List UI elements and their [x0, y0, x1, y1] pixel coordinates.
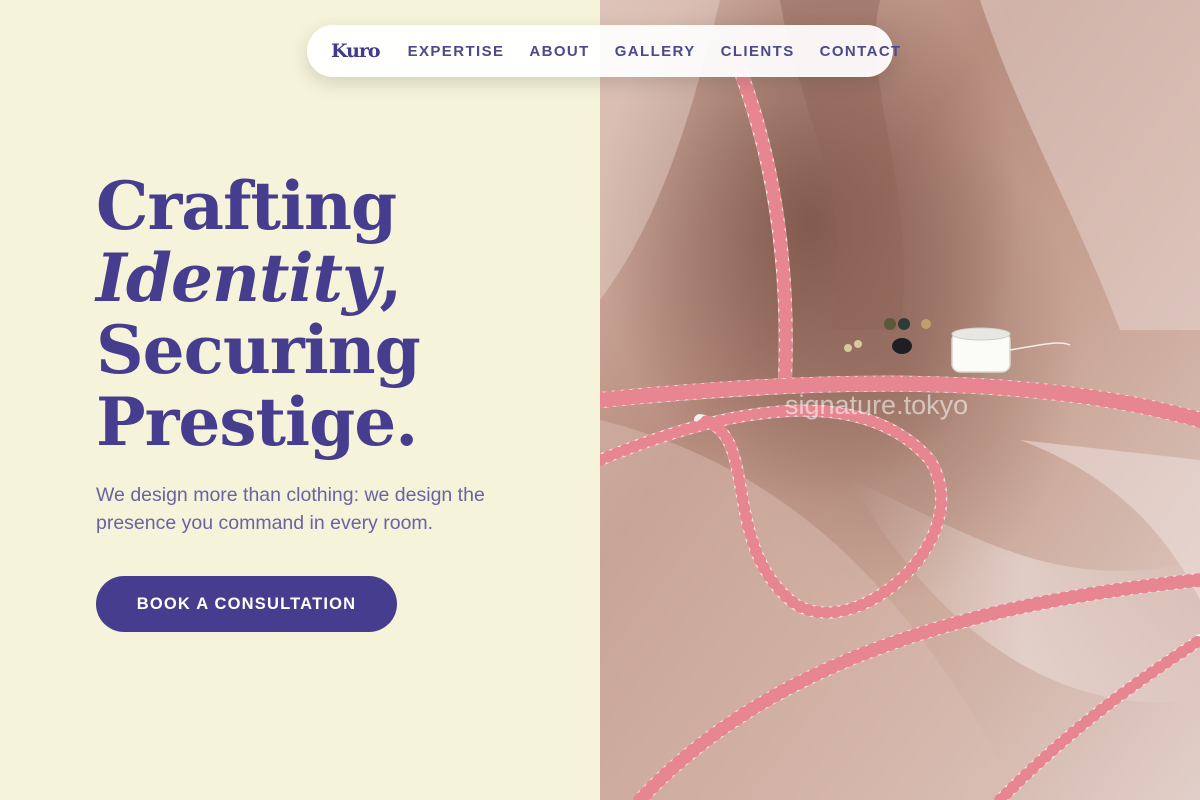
nav-link-about[interactable]: ABOUT — [529, 43, 589, 60]
hero-title-line-1: Crafting — [96, 167, 397, 245]
hero-subtitle: We design more than clothing: we design … — [96, 484, 485, 534]
hero-title-line-2: Identity, — [96, 242, 420, 314]
hero-title: Crafting Identity, Securing Prestige. — [96, 167, 421, 461]
nav-link-gallery[interactable]: GALLERY — [615, 43, 696, 60]
fabric-tape-photo: signature.tokyo — [600, 0, 1200, 800]
hero-title-line-3: Securing — [96, 311, 421, 389]
hero-title-comma: , — [379, 239, 402, 317]
brand-logo[interactable]: Kuro — [331, 40, 381, 62]
hero-title-italic: Identity — [96, 239, 380, 317]
hero-image: signature.tokyo — [600, 0, 1200, 800]
nav-link-contact[interactable]: CONTACT — [820, 43, 902, 60]
hero-title-line-4: Prestige. — [96, 383, 418, 461]
watermark-text: signature.tokyo — [785, 390, 968, 420]
top-navigation: Kuro EXPERTISE ABOUT GALLERY CLIENTS CON… — [307, 25, 900, 77]
nav-links: EXPERTISE ABOUT GALLERY CLIENTS CONTACT — [408, 43, 902, 60]
nav-link-expertise[interactable]: EXPERTISE — [408, 43, 505, 60]
nav-link-clients[interactable]: CLIENTS — [721, 43, 795, 60]
book-consultation-button[interactable]: BOOK A CONSULTATION — [96, 576, 397, 632]
